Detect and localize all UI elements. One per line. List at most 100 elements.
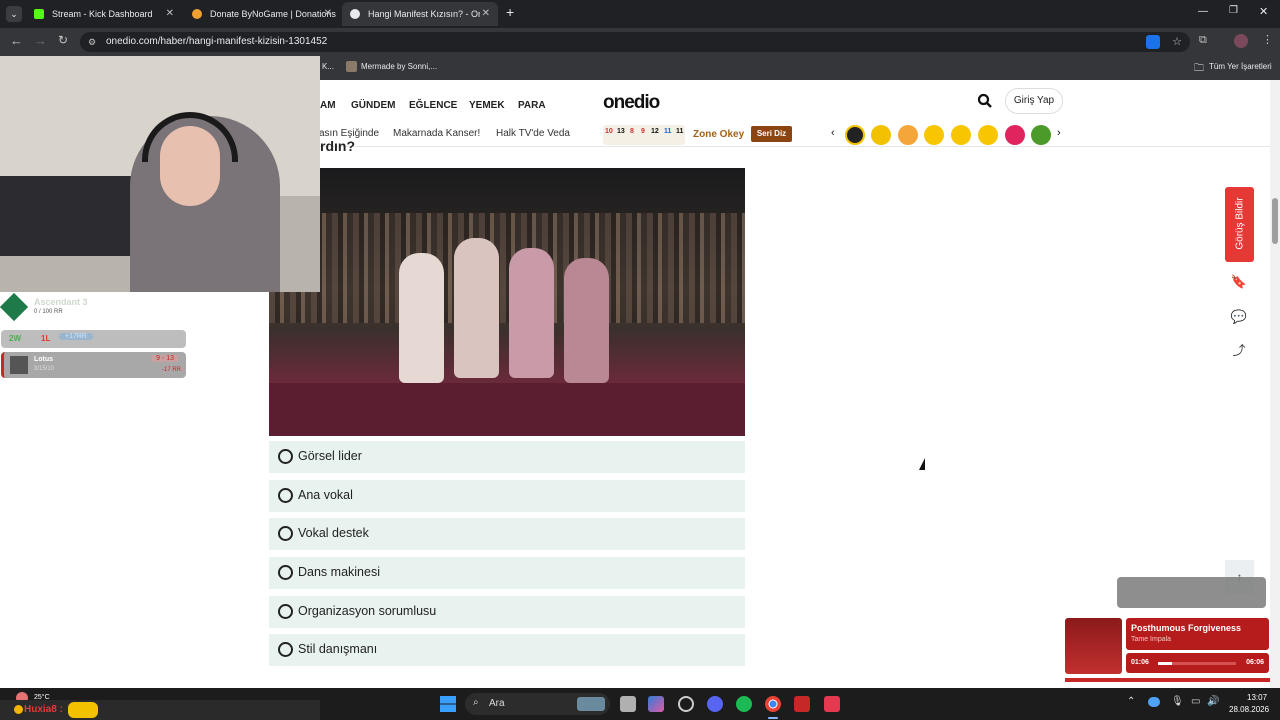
search-icon[interactable]	[977, 93, 993, 109]
tab-list-menu-icon[interactable]: ⌄	[6, 6, 22, 22]
forward-icon[interactable]: →	[34, 33, 47, 48]
bookmark-item[interactable]: Mermade by Sonni,...	[361, 62, 437, 71]
search-icon: ⌕	[473, 697, 479, 708]
reaction-smile-icon[interactable]	[978, 125, 998, 145]
start-icon[interactable]	[440, 696, 456, 712]
reactions-prev-icon[interactable]: ‹	[831, 127, 835, 139]
answer-option[interactable]: Vokal destek	[269, 518, 745, 550]
close-window-icon[interactable]: ✕	[1259, 5, 1268, 18]
rank-icon	[0, 292, 29, 322]
valorant-icon[interactable]	[824, 696, 840, 712]
okey-tile: 10	[605, 128, 613, 135]
tray-network-icon[interactable]: ▭	[1191, 696, 1200, 707]
okey-tiles[interactable]: 10 13 8 9 12 11 11	[603, 125, 685, 145]
url-bar[interactable]: ⚙ onedio.com/haber/hangi-manifest-kizisi…	[80, 32, 1190, 52]
reaction-tree-icon[interactable]	[1031, 125, 1051, 145]
site-info-icon[interactable]: ⚙	[88, 32, 96, 52]
page-scrollbar-thumb[interactable]	[1272, 198, 1278, 244]
tray-volume-icon[interactable]: 🔊	[1207, 696, 1219, 707]
reaction-sad-icon[interactable]	[951, 125, 971, 145]
task-view-icon[interactable]	[620, 696, 636, 712]
translate-icon[interactable]	[1146, 35, 1160, 49]
question-title-fragment: rdın?	[320, 138, 355, 154]
tray-cloud-icon[interactable]	[1148, 697, 1160, 707]
radio-icon[interactable]	[278, 449, 293, 464]
reaction-clap-icon[interactable]	[898, 125, 918, 145]
trending-tag[interactable]: Makarnada Kanser!	[393, 128, 480, 139]
record-bar: 2W 1L +17RR	[1, 330, 186, 348]
answer-option[interactable]: Dans makinesi	[269, 557, 745, 589]
capture-icon[interactable]	[678, 696, 694, 712]
tab-onedio[interactable]: Hangi Manifest Kızısın? - Oned ✕	[342, 2, 498, 26]
spotify-icon[interactable]	[736, 696, 752, 712]
windows-taskbar: 25°C Huxia8 : ⌕ Ara ⌃ 🎙 ▭ 🔊 13:07 28.08.…	[0, 688, 1280, 720]
restore-window-icon[interactable]: ❐	[1229, 5, 1238, 16]
trending-tag[interactable]: Halk TV'de Veda	[496, 128, 570, 139]
answer-option[interactable]: Stil danışmanı	[269, 634, 745, 666]
close-tab-icon[interactable]: ✕	[482, 2, 490, 26]
radio-icon[interactable]	[278, 565, 293, 580]
answer-option[interactable]: Ana vokal	[269, 480, 745, 512]
page-scrollbar[interactable]	[1270, 80, 1280, 688]
profile-avatar[interactable]	[1234, 34, 1248, 48]
chrome-icon[interactable]	[765, 696, 781, 712]
close-tab-icon[interactable]: ✕	[324, 2, 332, 26]
copilot-icon[interactable]	[648, 696, 664, 712]
reaction-mask-icon[interactable]	[871, 125, 891, 145]
tray-mic-icon[interactable]: 🎙	[1171, 696, 1184, 707]
reactions-next-icon[interactable]: ›	[1057, 127, 1061, 139]
login-button[interactable]: Giriş Yap	[1005, 88, 1063, 114]
reaction-love-icon[interactable]	[924, 125, 944, 145]
radio-icon[interactable]	[278, 642, 293, 657]
reaction-p-icon[interactable]	[1005, 125, 1025, 145]
answer-option[interactable]: Organizasyon sorumlusu	[269, 596, 745, 628]
tab-title: Donate ByNoGame | Donations	[210, 9, 336, 19]
nav-item-am[interactable]: AM	[320, 100, 336, 111]
clock-date[interactable]: 28.08.2026	[1229, 705, 1269, 714]
comments-icon[interactable]: 💬	[1227, 305, 1251, 329]
back-icon[interactable]: ←	[10, 33, 23, 48]
rank-name: Ascendant 3	[34, 297, 88, 307]
answer-option[interactable]: Görsel lider	[269, 441, 745, 473]
seri-diz-button[interactable]: Seri Diz	[751, 126, 792, 142]
radio-icon[interactable]	[278, 604, 293, 619]
agent-avatar	[10, 356, 28, 374]
browser-menu-icon[interactable]: ⋮	[1262, 33, 1273, 46]
bookmark-icon[interactable]: 🔖	[1227, 270, 1251, 294]
bookmark-star-icon[interactable]: ☆	[1172, 32, 1182, 52]
performer-shape	[399, 253, 444, 383]
app-icon[interactable]	[794, 696, 810, 712]
feedback-button[interactable]: Görüş Bildir	[1225, 187, 1254, 262]
radio-icon[interactable]	[278, 526, 293, 541]
new-tab-button[interactable]: +	[506, 4, 514, 20]
share-icon[interactable]: ⤴	[1227, 339, 1251, 363]
stage-floor	[269, 383, 745, 436]
bookmark-item[interactable]: K...	[322, 62, 334, 71]
zone-okey-label[interactable]: Zone Okey	[693, 129, 744, 140]
discord-icon[interactable]	[707, 696, 723, 712]
nav-item-gundem[interactable]: GÜNDEM	[351, 100, 395, 111]
nav-item-eglence[interactable]: EĞLENCE	[409, 100, 457, 111]
chat-overlay-strip: Huxia8 :	[0, 700, 320, 720]
all-bookmarks-link[interactable]: Tüm Yer İşaretleri	[1209, 62, 1272, 71]
site-logo[interactable]: onedio	[603, 92, 660, 114]
crowd-shape	[269, 213, 745, 323]
close-tab-icon[interactable]: ✕	[166, 2, 174, 26]
album-art	[1065, 618, 1122, 674]
reload-icon[interactable]: ↻	[58, 33, 68, 47]
taskbar-search[interactable]: ⌕ Ara	[465, 693, 610, 715]
nav-item-para[interactable]: PARA	[518, 100, 546, 111]
tab-kick-dashboard[interactable]: Stream - Kick Dashboard ✕	[26, 2, 182, 26]
nav-item-yemek[interactable]: YEMEK	[469, 100, 505, 111]
extensions-icon[interactable]: ⧉	[1199, 34, 1207, 47]
okey-tile: 11	[664, 128, 672, 135]
reaction-omg-icon[interactable]	[845, 125, 865, 145]
match-score: 9 - 13	[152, 355, 178, 362]
radio-icon[interactable]	[278, 488, 293, 503]
minimize-window-icon[interactable]: —	[1198, 6, 1208, 17]
feedback-label: Görüş Bildir	[1234, 197, 1246, 250]
tab-donate[interactable]: Donate ByNoGame | Donations ✕	[184, 2, 340, 26]
active-app-indicator	[768, 717, 778, 719]
clock-time[interactable]: 13:07	[1247, 693, 1267, 702]
tray-overflow-icon[interactable]: ⌃	[1127, 696, 1135, 707]
